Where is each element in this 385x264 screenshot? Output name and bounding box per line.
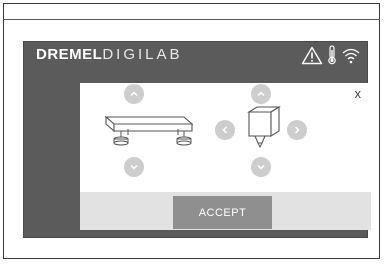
brand-logo: DREMELDIGILAB (36, 46, 183, 63)
screen-header: DREMELDIGILAB (24, 42, 367, 68)
accept-button[interactable]: ACCEPT (173, 196, 272, 229)
close-button[interactable]: x (355, 87, 362, 100)
top-divider (3, 19, 380, 20)
chevron-right-icon (294, 126, 300, 134)
chevron-up-icon (257, 91, 265, 97)
extruder-left-button[interactable] (215, 120, 235, 140)
brand-name: DREMEL (36, 46, 103, 63)
wifi-icon[interactable] (341, 46, 361, 64)
bed-up-button[interactable] (124, 84, 144, 104)
printer-screen: DREMELDIGILAB x ACCEPT (24, 42, 371, 237)
extruder-down-button[interactable] (251, 157, 271, 177)
chevron-down-icon (130, 164, 138, 170)
chevron-up-icon (130, 91, 138, 97)
thermometer-icon[interactable] (327, 45, 337, 65)
bed-down-button[interactable] (124, 157, 144, 177)
warning-icon[interactable] (301, 46, 323, 65)
brand-suffix: DIGILAB (102, 46, 183, 63)
status-icons (301, 45, 361, 65)
chevron-down-icon (257, 164, 265, 170)
chevron-left-icon (222, 126, 228, 134)
extruder-up-button[interactable] (251, 84, 271, 104)
extruder-illustration (247, 106, 281, 149)
dialog-footer: ACCEPT (80, 192, 371, 230)
build-plate-illustration (104, 115, 193, 146)
extruder-right-button[interactable] (287, 120, 307, 140)
leveling-dialog: x ACCEPT (80, 83, 371, 230)
